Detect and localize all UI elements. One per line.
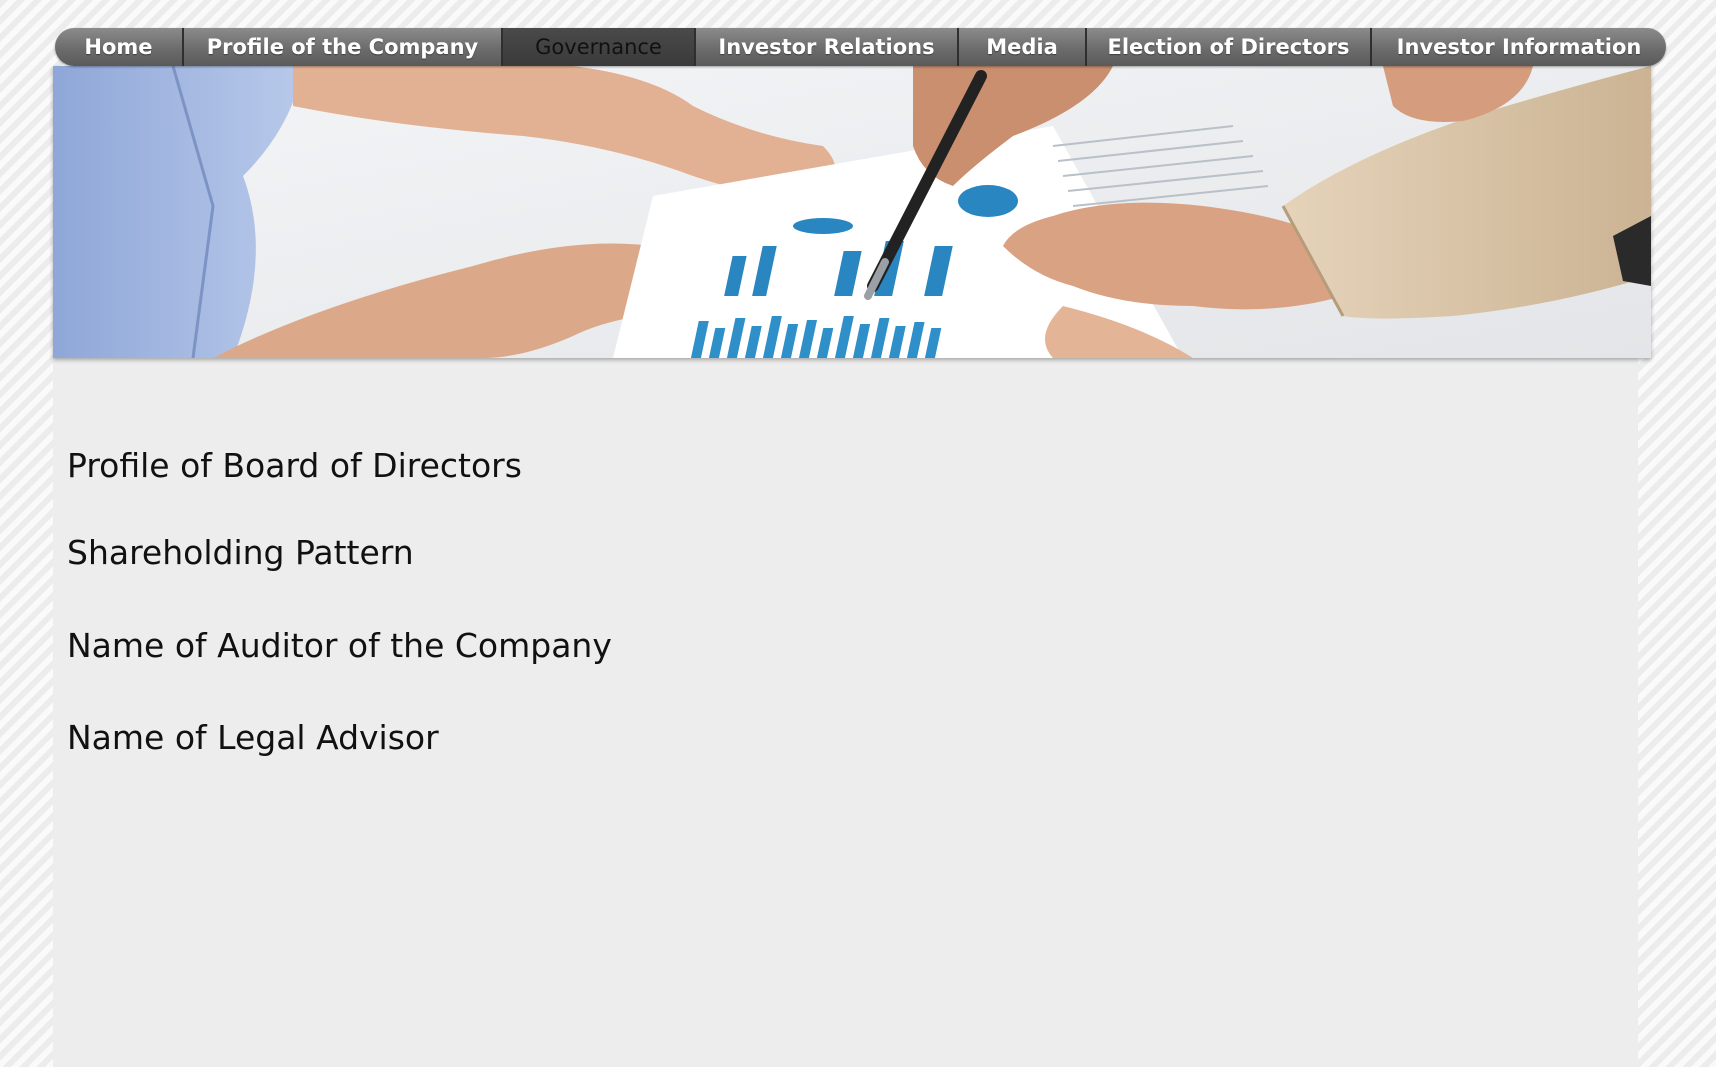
link-name-of-auditor[interactable]: Name of Auditor of the Company [67, 626, 612, 665]
nav-item-investor-information[interactable]: Investor Information [1370, 28, 1666, 66]
nav-item-home[interactable]: Home [55, 28, 182, 66]
page: Home Profile of the Company Governance I… [53, 28, 1666, 1067]
link-name-of-legal-advisor[interactable]: Name of Legal Advisor [67, 718, 439, 757]
nav-item-election-of-directors[interactable]: Election of Directors [1085, 28, 1370, 66]
link-shareholding-pattern[interactable]: Shareholding Pattern [67, 533, 414, 572]
top-navigation-bar: Home Profile of the Company Governance I… [55, 28, 1666, 66]
nav-item-investor-relations[interactable]: Investor Relations [694, 28, 957, 66]
nav-item-governance[interactable]: Governance [501, 28, 694, 66]
link-profile-of-board-of-directors[interactable]: Profile of Board of Directors [67, 446, 522, 485]
hero-banner-image [53, 66, 1651, 358]
nav-item-media[interactable]: Media [957, 28, 1085, 66]
main-content: Profile of Board of Directors Shareholdi… [53, 358, 1638, 1067]
nav-item-profile-of-the-company[interactable]: Profile of the Company [182, 28, 501, 66]
